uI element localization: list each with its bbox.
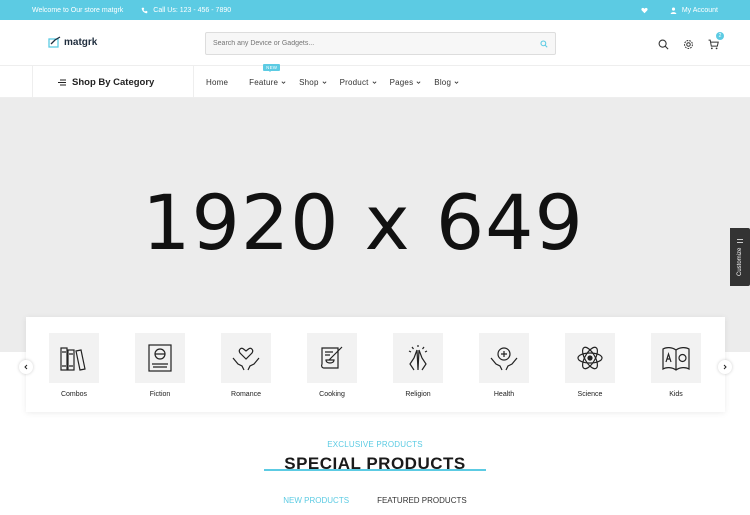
nav-bar: Shop By Category Home NEW Feature Shop P… (0, 63, 750, 98)
nav-item-home[interactable]: Home (206, 78, 228, 87)
category-image (393, 333, 443, 383)
nav-item-blog[interactable]: Blog (434, 78, 459, 87)
shop-by-category-label: Shop By Category (72, 76, 155, 88)
category-item-fiction[interactable]: Fiction (134, 333, 186, 398)
banner-placeholder-text: 1920 x 649 (142, 178, 584, 267)
category-label: Science (577, 391, 603, 398)
books-icon (60, 347, 86, 371)
shop-by-category-button[interactable]: Shop By Category (32, 66, 194, 98)
category-label: Cooking (319, 391, 345, 398)
header: matgrk 2 (0, 20, 750, 66)
my-account-link[interactable]: My Account (670, 7, 718, 14)
customize-label: Customize (737, 247, 743, 276)
chevron-down-icon (281, 80, 286, 84)
category-carousel: Combos Fiction Romance Cooking Religion … (26, 317, 725, 412)
carousel-next-button[interactable] (718, 360, 732, 374)
category-item-religion[interactable]: Religion (392, 333, 444, 398)
call-us[interactable]: Call Us: 123 - 456 - 7890 (141, 7, 231, 14)
nav-item-feature[interactable]: NEW Feature (249, 63, 286, 87)
chevron-left-icon (24, 364, 28, 370)
category-label: Romance (231, 391, 261, 398)
nav-label: Blog (434, 77, 452, 87)
category-label: Health (493, 391, 515, 398)
fiction-book-icon (148, 344, 172, 372)
cart-count-badge: 2 (716, 32, 724, 40)
carousel-prev-button[interactable] (19, 360, 33, 374)
category-image (49, 333, 99, 383)
category-item-cooking[interactable]: Cooking (306, 333, 358, 398)
cooking-icon (321, 346, 343, 369)
health-hands-icon (490, 347, 518, 371)
category-image (565, 333, 615, 383)
welcome-text: Welcome to Our store matgrk (32, 6, 124, 14)
category-image (221, 333, 271, 383)
search-icon (658, 39, 669, 50)
hero-banner[interactable]: 1920 x 649 (0, 98, 750, 352)
logo[interactable]: matgrk (48, 36, 97, 48)
category-item-kids[interactable]: Kids (650, 333, 702, 398)
section-subtitle: EXCLUSIVE PRODUCTS (327, 440, 423, 449)
category-image (479, 333, 529, 383)
product-tabs: NEW PRODUCTS FEATURED PRODUCTS (0, 496, 750, 505)
call-us-text: Call Us: 123 - 456 - 7890 (153, 6, 232, 14)
category-image (307, 333, 357, 383)
search-button[interactable] (533, 33, 555, 54)
cart-button[interactable]: 2 (708, 32, 724, 50)
nav-label: Product (339, 77, 369, 87)
chevron-down-icon (372, 80, 377, 84)
nav-item-pages[interactable]: Pages (390, 78, 422, 87)
nav-label: Home (206, 77, 229, 87)
settings-button[interactable] (683, 37, 694, 49)
category-label: Kids (669, 391, 683, 398)
search-input[interactable] (206, 40, 533, 47)
main-menu: Home NEW Feature Shop Product Pages Blog (206, 63, 472, 98)
chevron-down-icon (322, 80, 327, 84)
top-bar: Welcome to Our store matgrk Call Us: 123… (0, 0, 750, 20)
section-title: SPECIAL PRODUCTS (284, 454, 466, 473)
customize-tab[interactable]: Customize (730, 228, 750, 286)
category-label: Fiction (149, 391, 171, 398)
logo-text: matgrk (64, 36, 98, 48)
new-tag: NEW (263, 63, 281, 72)
category-item-combos[interactable]: Combos (48, 333, 100, 398)
chevron-right-icon (723, 364, 727, 370)
category-label: Combos (60, 391, 88, 398)
category-item-science[interactable]: Science (564, 333, 616, 398)
my-account-label: My Account (681, 6, 718, 14)
menu-icon (58, 79, 66, 85)
header-search-button[interactable] (658, 37, 669, 50)
category-item-romance[interactable]: Romance (220, 333, 272, 398)
nav-label: Shop (299, 77, 319, 87)
nav-label: Pages (389, 77, 414, 87)
nav-item-product[interactable]: Product (340, 78, 377, 87)
praying-hands-icon (408, 345, 428, 371)
gear-icon (684, 40, 693, 49)
logo-icon (48, 36, 61, 48)
search-bar (205, 32, 556, 55)
tab-new-products[interactable]: NEW PRODUCTS (283, 496, 349, 505)
cart-icon (708, 39, 719, 50)
user-icon (670, 7, 677, 14)
chevron-down-icon (416, 80, 421, 84)
atom-icon (577, 346, 603, 370)
wishlist-link[interactable] (641, 7, 648, 14)
category-item-health[interactable]: Health (478, 333, 530, 398)
category-image (651, 333, 701, 383)
search-icon (540, 39, 548, 48)
abc-book-icon (662, 347, 690, 371)
category-label: Religion (405, 391, 431, 398)
category-image (135, 333, 185, 383)
nav-item-shop[interactable]: Shop (299, 77, 327, 87)
chevron-down-icon (454, 80, 459, 84)
nav-label: Feature (249, 77, 279, 87)
heart-hands-icon (232, 347, 260, 371)
heart-icon (641, 7, 648, 13)
sliders-icon (737, 239, 743, 244)
tab-featured-products[interactable]: FEATURED PRODUCTS (377, 496, 467, 505)
phone-icon (141, 7, 148, 13)
